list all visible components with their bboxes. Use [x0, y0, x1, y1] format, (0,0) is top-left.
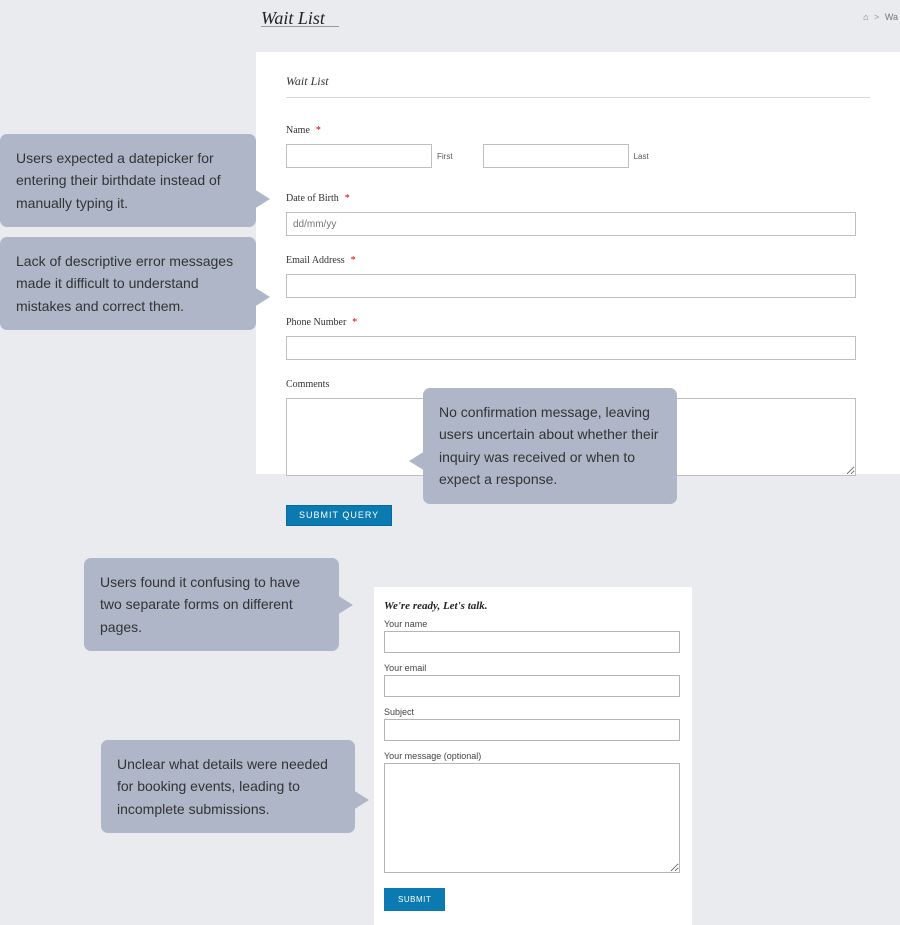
callout-error-messages: Lack of descriptive error messages made …	[0, 237, 256, 330]
callout-arrow-icon	[337, 595, 353, 615]
callout-text: Unclear what details were needed for boo…	[117, 756, 328, 817]
contact-name-label: Your name	[384, 619, 682, 629]
contact-form-title: We're ready, Let's talk.	[384, 600, 682, 612]
dob-input[interactable]	[286, 212, 856, 236]
phone-label: Phone Number	[286, 317, 346, 328]
callout-arrow-icon	[254, 189, 270, 209]
callout-two-forms: Users found it confusing to have two sep…	[84, 558, 339, 651]
phone-input[interactable]	[286, 336, 856, 360]
breadcrumb: ⌂ > Wa	[863, 12, 898, 22]
waitlist-form-title: Wait List	[286, 74, 870, 89]
callout-arrow-icon	[353, 790, 369, 810]
contact-form-card: We're ready, Let's talk. Your name Your …	[374, 587, 692, 925]
contact-subject-label: Subject	[384, 707, 682, 717]
contact-subject-input[interactable]	[384, 719, 680, 741]
required-asterisk: *	[351, 255, 356, 266]
contact-email-input[interactable]	[384, 675, 680, 697]
name-label: Name	[286, 125, 310, 136]
dob-label: Date of Birth	[286, 193, 339, 204]
email-input[interactable]	[286, 274, 856, 298]
first-name-input[interactable]	[286, 144, 432, 168]
submit-query-button[interactable]: SUBMIT QUERY	[286, 505, 392, 526]
required-asterisk: *	[345, 193, 350, 204]
email-label: Email Address	[286, 255, 345, 266]
required-asterisk: *	[316, 125, 321, 136]
form-divider	[286, 97, 870, 98]
contact-message-label: Your message (optional)	[384, 751, 682, 761]
callout-text: Users found it confusing to have two sep…	[100, 574, 300, 635]
comments-label: Comments	[286, 379, 329, 390]
callout-text: Lack of descriptive error messages made …	[16, 253, 233, 314]
last-name-sublabel: Last	[634, 152, 649, 161]
contact-message-textarea[interactable]	[384, 763, 680, 873]
callout-text: No confirmation message, leaving users u…	[439, 404, 658, 487]
first-name-sublabel: First	[437, 152, 453, 161]
callout-text: Users expected a datepicker for entering…	[16, 150, 221, 211]
breadcrumb-current: Wa	[885, 12, 898, 22]
last-name-input[interactable]	[483, 144, 629, 168]
required-asterisk: *	[352, 317, 357, 328]
callout-arrow-icon	[409, 451, 425, 471]
contact-email-label: Your email	[384, 663, 682, 673]
contact-name-input[interactable]	[384, 631, 680, 653]
contact-submit-button[interactable]: SUBMIT	[384, 888, 445, 911]
callout-arrow-icon	[254, 287, 270, 307]
breadcrumb-separator: >	[874, 12, 879, 22]
callout-confirmation: No confirmation message, leaving users u…	[423, 388, 677, 504]
callout-datepicker: Users expected a datepicker for entering…	[0, 134, 256, 227]
home-icon[interactable]: ⌂	[863, 12, 868, 22]
title-underline	[261, 26, 339, 27]
callout-unclear-details: Unclear what details were needed for boo…	[101, 740, 355, 833]
